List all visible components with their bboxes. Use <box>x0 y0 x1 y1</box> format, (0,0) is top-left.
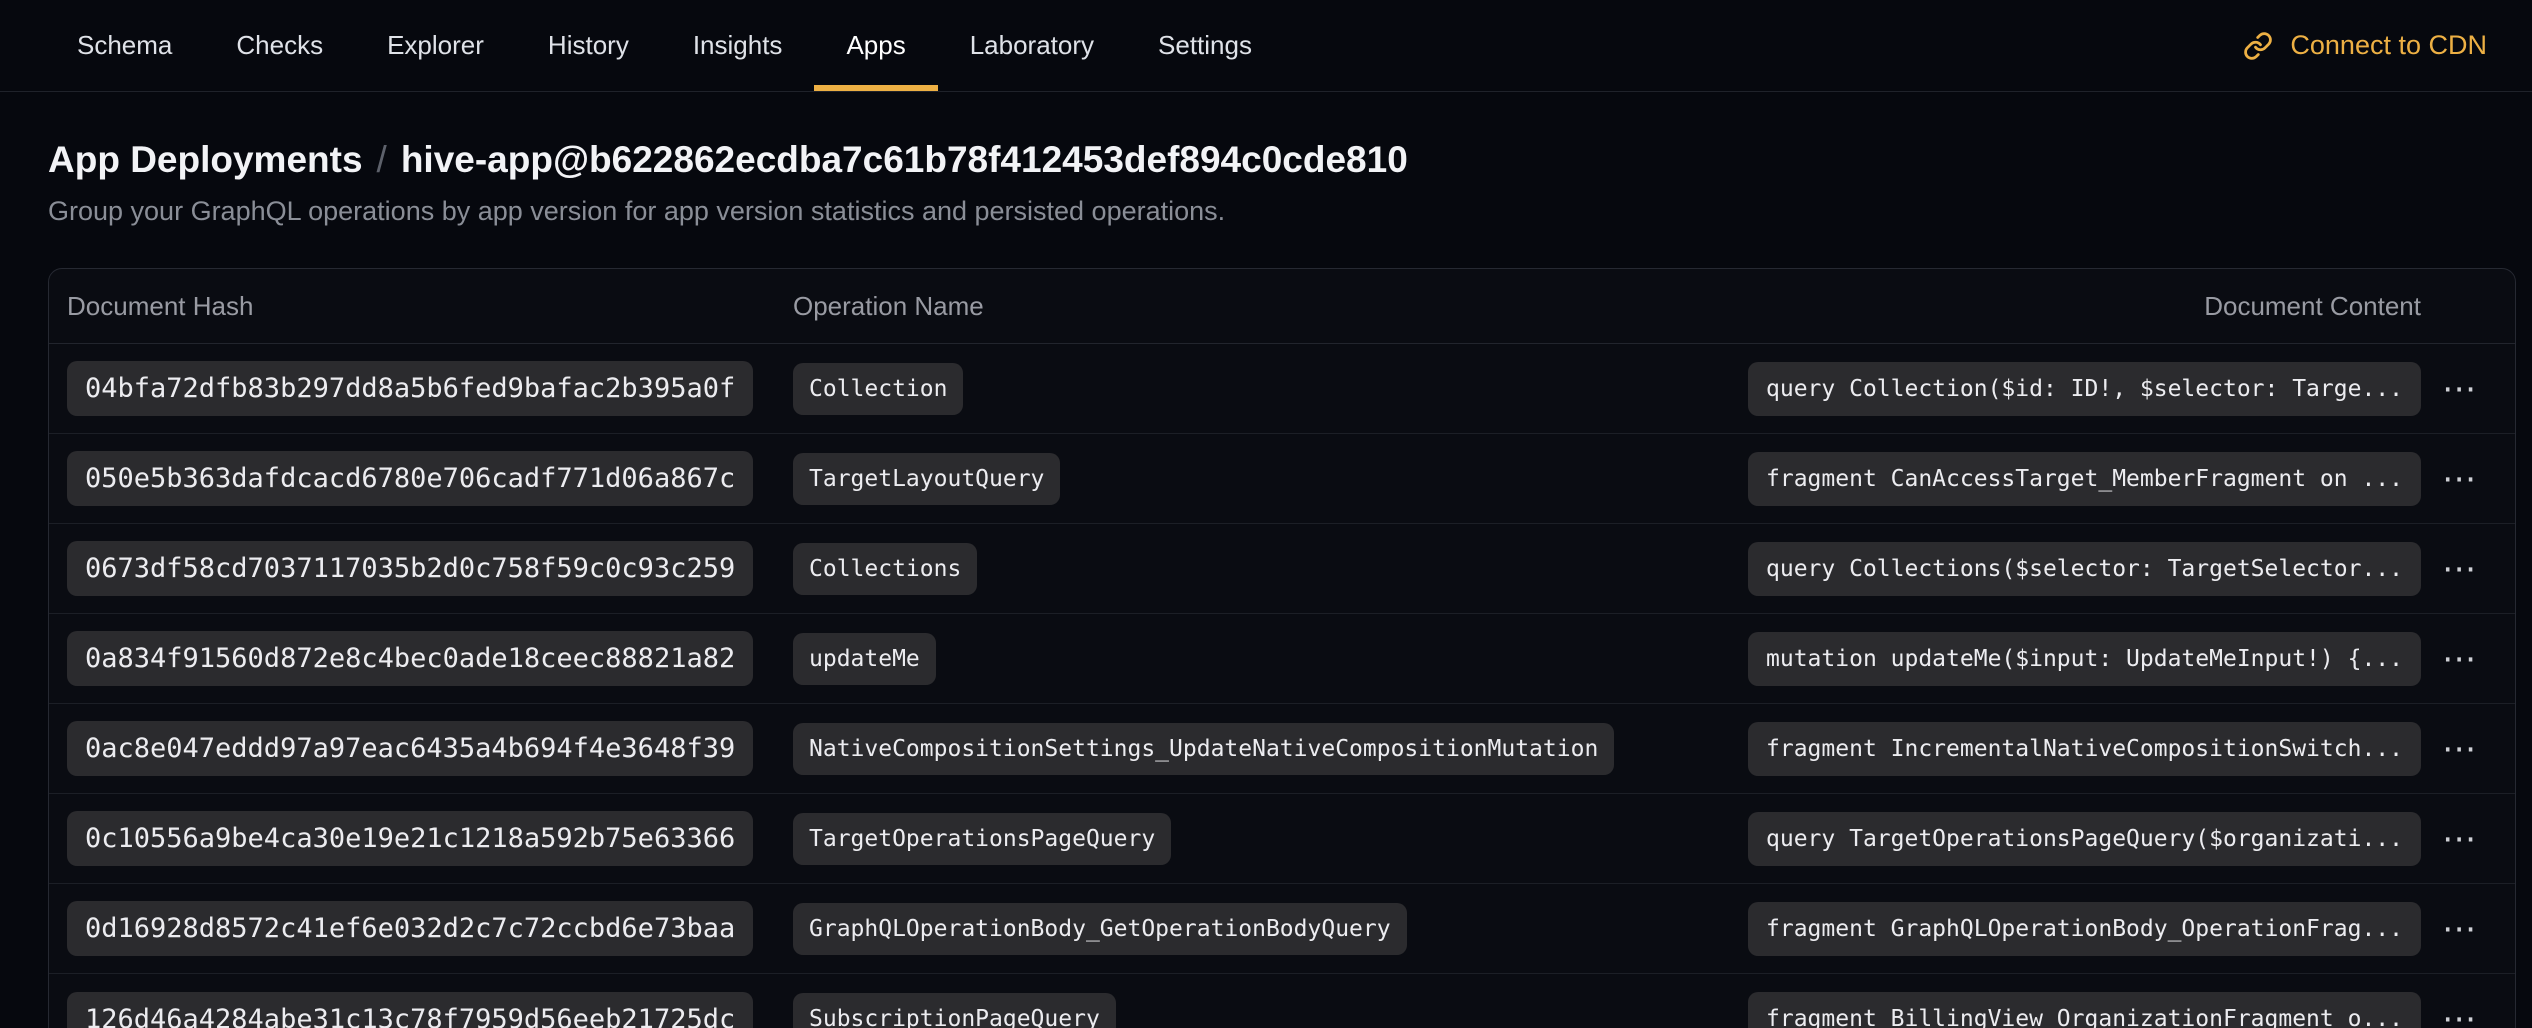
tab-schema[interactable]: Schema <box>45 0 204 91</box>
table-row: 050e5b363dafdcacd6780e706cadf771d06a867c… <box>49 434 2515 524</box>
tab-laboratory[interactable]: Laboratory <box>938 0 1126 91</box>
tab-apps[interactable]: Apps <box>814 0 937 91</box>
table-row: 126d46a4284abe31c13c78f7959d56eeb21725dc… <box>49 974 2515 1028</box>
operation-name-chip: NativeCompositionSettings_UpdateNativeCo… <box>793 723 1614 775</box>
document-content-chip: fragment BillingView_OrganizationFragmen… <box>1748 992 2421 1028</box>
row-menu-button[interactable]: ⋯ <box>2434 548 2484 590</box>
connect-to-cdn-label: Connect to CDN <box>2290 30 2487 61</box>
document-content-chip: query Collection($id: ID!, $selector: Ta… <box>1748 362 2421 416</box>
app-deployments-page: Schema Checks Explorer History Insights … <box>0 0 2532 1028</box>
tab-settings[interactable]: Settings <box>1126 0 1284 91</box>
row-menu-button[interactable]: ⋯ <box>2434 908 2484 950</box>
operation-name-chip: TargetOperationsPageQuery <box>793 813 1171 865</box>
row-menu-button[interactable]: ⋯ <box>2434 638 2484 680</box>
nav-spacer <box>1284 0 2243 91</box>
document-content-chip: query TargetOperationsPageQuery($organiz… <box>1748 812 2421 866</box>
tab-checks[interactable]: Checks <box>204 0 355 91</box>
table-row: 0c10556a9be4ca30e19e21c1218a592b75e63366… <box>49 794 2515 884</box>
document-hash-chip: 0a834f91560d872e8c4bec0ade18ceec88821a82 <box>67 631 753 686</box>
document-content-chip: fragment CanAccessTarget_MemberFragment … <box>1748 452 2421 506</box>
table-row: 0673df58cd7037117035b2d0c758f59c0c93c259… <box>49 524 2515 614</box>
document-hash-chip: 050e5b363dafdcacd6780e706cadf771d06a867c <box>67 451 753 506</box>
document-content-chip: fragment GraphQLOperationBody_OperationF… <box>1748 902 2421 956</box>
page-subtitle: Group your GraphQL operations by app ver… <box>48 196 2516 227</box>
operation-name-chip: SubscriptionPageQuery <box>793 993 1116 1028</box>
tab-explorer[interactable]: Explorer <box>355 0 516 91</box>
column-header-operation-name: Operation Name <box>793 291 2204 322</box>
breadcrumb: App Deployments / hive-app@b622862ecdba7… <box>48 139 2516 181</box>
table-row: 0ac8e047eddd97a97eac6435a4b694f4e3648f39… <box>49 704 2515 794</box>
operation-name-chip: Collection <box>793 363 963 415</box>
row-menu-button[interactable]: ⋯ <box>2434 818 2484 860</box>
operation-name-chip: updateMe <box>793 633 936 685</box>
document-hash-chip: 0ac8e047eddd97a97eac6435a4b694f4e3648f39 <box>67 721 753 776</box>
document-content-chip: mutation updateMe($input: UpdateMeInput!… <box>1748 632 2421 686</box>
breadcrumb-app-name: hive-app@b622862ecdba7c61b78f412453def89… <box>401 139 1408 181</box>
table-row: 0d16928d8572c41ef6e032d2c7c72ccbd6e73baa… <box>49 884 2515 974</box>
document-hash-chip: 0d16928d8572c41ef6e032d2c7c72ccbd6e73baa <box>67 901 753 956</box>
table-row: 04bfa72dfb83b297dd8a5b6fed9bafac2b395a0f… <box>49 344 2515 434</box>
row-menu-button[interactable]: ⋯ <box>2434 368 2484 410</box>
page-header: App Deployments / hive-app@b622862ecdba7… <box>48 139 2516 227</box>
row-menu-button[interactable]: ⋯ <box>2434 458 2484 500</box>
column-header-document-content: Document Content <box>2204 291 2421 322</box>
table-header-row: Document Hash Operation Name Document Co… <box>49 269 2515 344</box>
row-menu-button[interactable]: ⋯ <box>2434 998 2484 1028</box>
document-hash-chip: 04bfa72dfb83b297dd8a5b6fed9bafac2b395a0f <box>67 361 753 416</box>
top-navigation: Schema Checks Explorer History Insights … <box>0 0 2532 92</box>
breadcrumb-section[interactable]: App Deployments <box>48 139 363 181</box>
document-hash-chip: 126d46a4284abe31c13c78f7959d56eeb21725dc <box>67 992 753 1028</box>
document-content-chip: query Collections($selector: TargetSelec… <box>1748 542 2421 596</box>
breadcrumb-separator: / <box>377 139 387 181</box>
column-header-document-hash: Document Hash <box>67 291 793 322</box>
operation-name-chip: Collections <box>793 543 977 595</box>
operation-name-chip: TargetLayoutQuery <box>793 453 1060 505</box>
document-hash-chip: 0c10556a9be4ca30e19e21c1218a592b75e63366 <box>67 811 753 866</box>
table-row: 0a834f91560d872e8c4bec0ade18ceec88821a82… <box>49 614 2515 704</box>
deployments-table-card: Document Hash Operation Name Document Co… <box>48 268 2516 1028</box>
operation-name-chip: GraphQLOperationBody_GetOperationBodyQue… <box>793 903 1407 955</box>
link-icon <box>2243 31 2273 61</box>
document-content-chip: fragment IncrementalNativeCompositionSwi… <box>1748 722 2421 776</box>
main-content: App Deployments / hive-app@b622862ecdba7… <box>0 139 2532 1028</box>
document-hash-chip: 0673df58cd7037117035b2d0c758f59c0c93c259 <box>67 541 753 596</box>
connect-to-cdn-button[interactable]: Connect to CDN <box>2243 0 2487 91</box>
row-menu-button[interactable]: ⋯ <box>2434 728 2484 770</box>
tab-insights[interactable]: Insights <box>661 0 815 91</box>
tab-history[interactable]: History <box>516 0 661 91</box>
